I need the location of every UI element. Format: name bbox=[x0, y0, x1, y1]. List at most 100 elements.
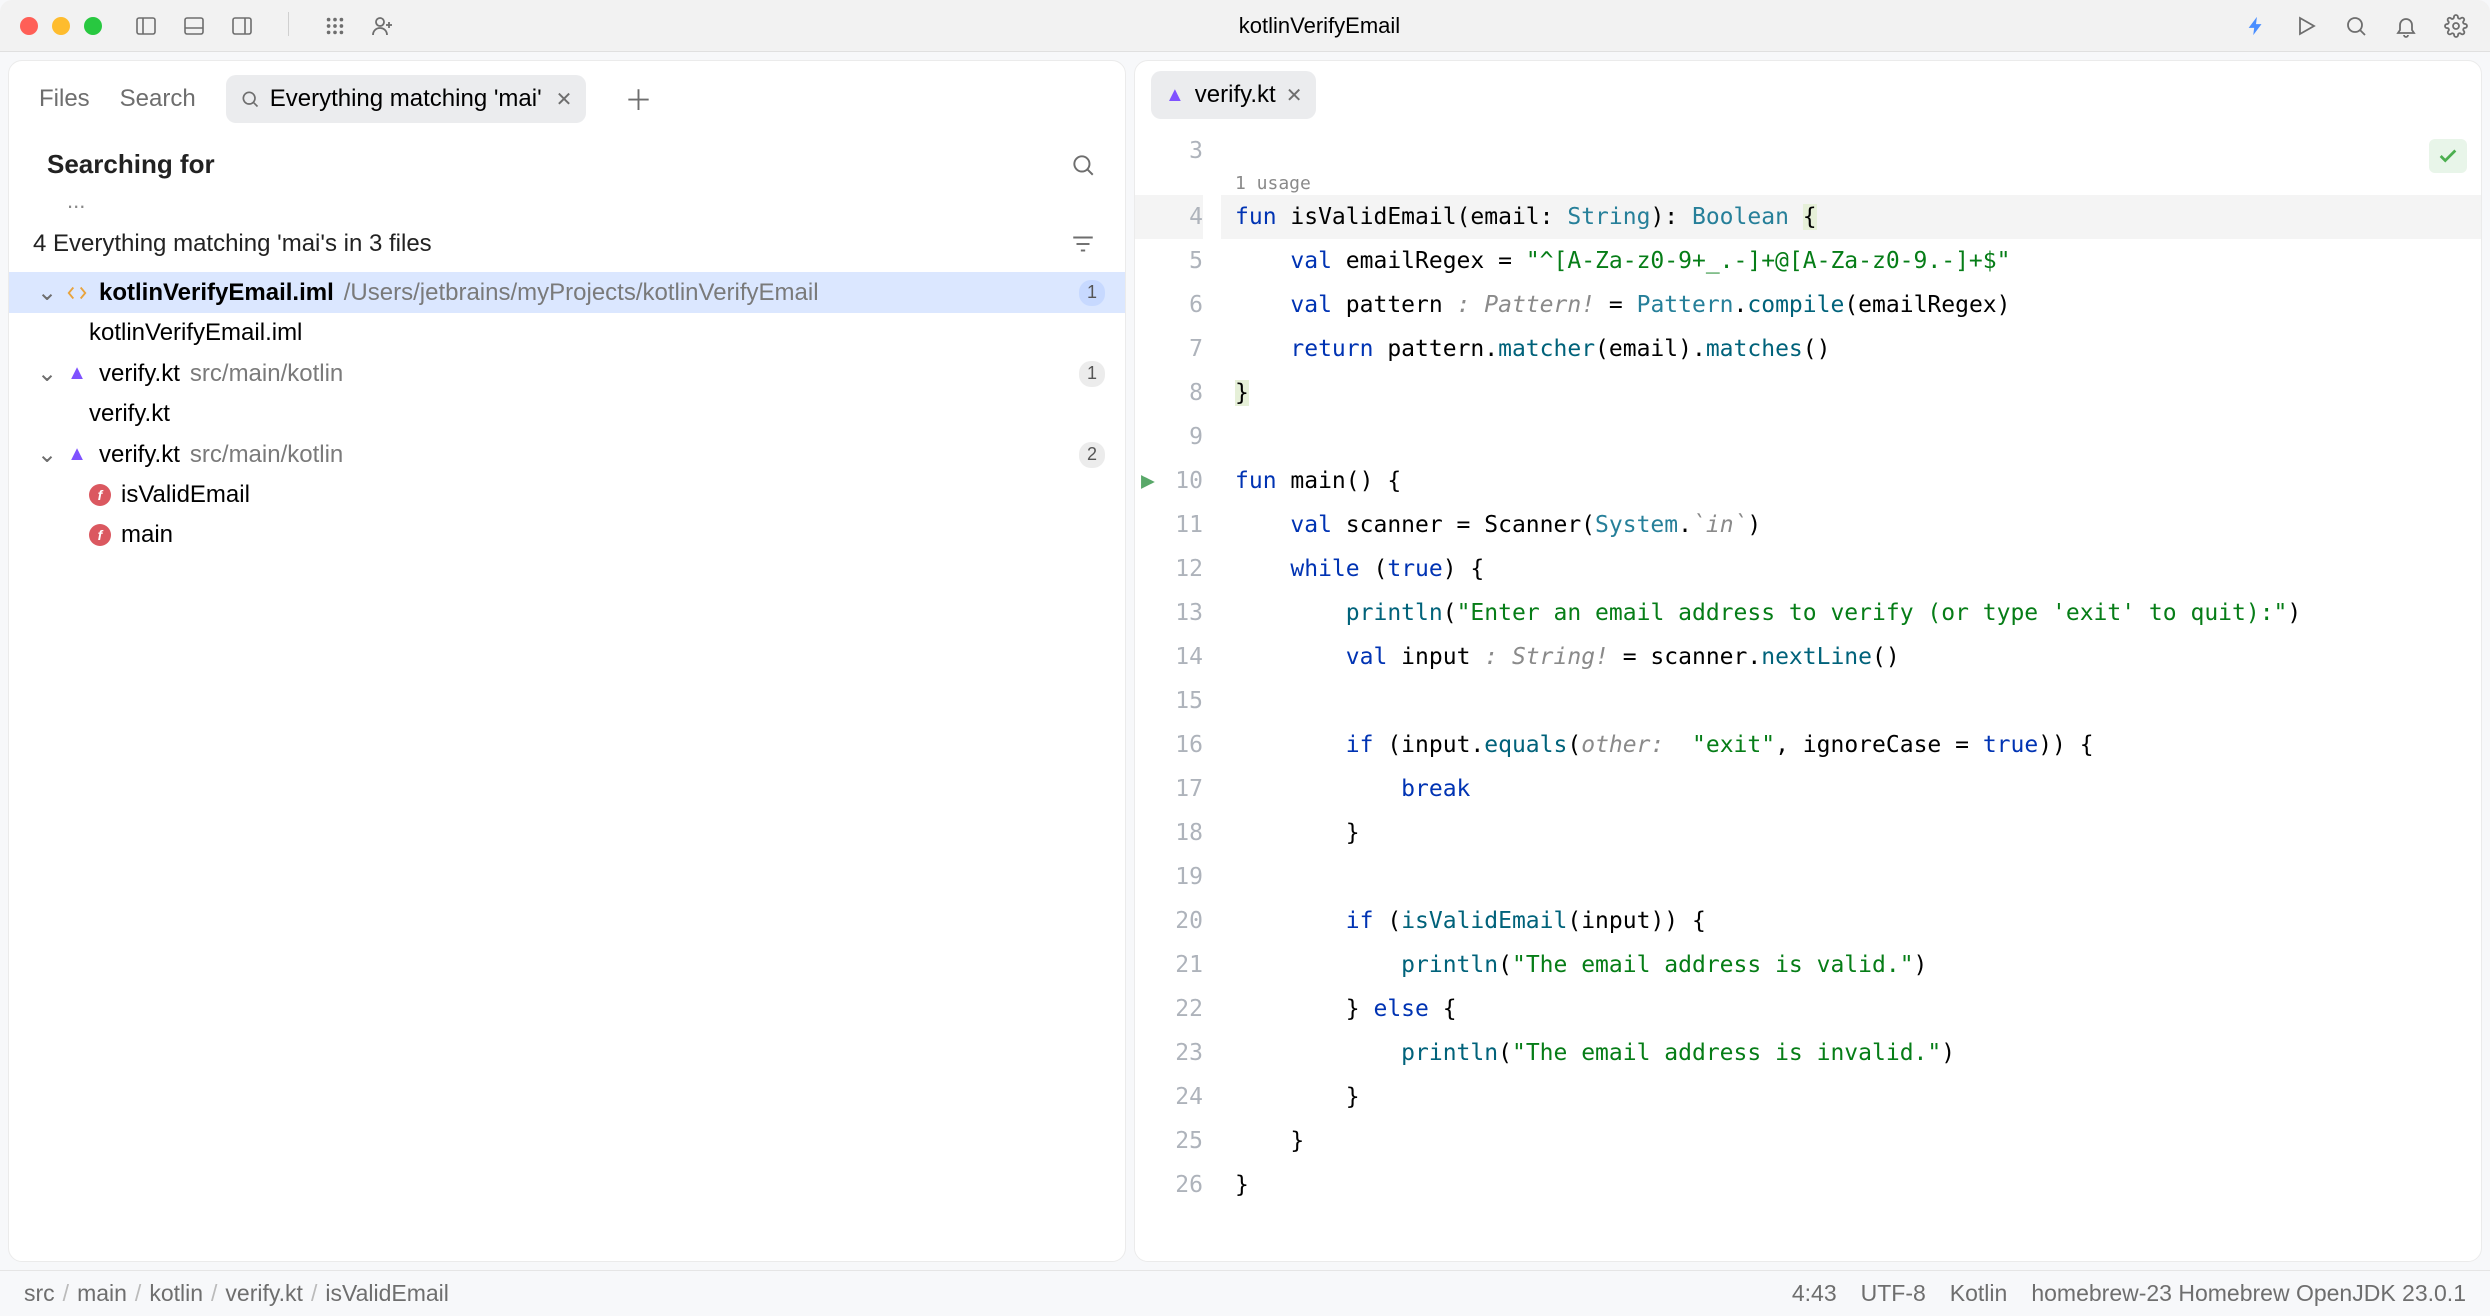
gear-icon[interactable] bbox=[2442, 12, 2470, 40]
tree-leaf[interactable]: fmain bbox=[9, 515, 1125, 555]
code-line[interactable]: } bbox=[1221, 371, 2481, 415]
cursor-position[interactable]: 4:43 bbox=[1792, 1280, 1837, 1307]
gutter-line: ▶10 bbox=[1135, 459, 1203, 503]
gutter-line: 17 bbox=[1135, 767, 1203, 811]
close-window-button[interactable] bbox=[20, 17, 38, 35]
close-icon[interactable]: ✕ bbox=[556, 87, 573, 112]
gutter-line: 4 bbox=[1135, 195, 1203, 239]
code-line[interactable]: fun main() { bbox=[1221, 459, 2481, 503]
code-line[interactable]: println("The email address is invalid.") bbox=[1221, 1031, 2481, 1075]
editor-tab-verify[interactable]: ▲ verify.kt ✕ bbox=[1151, 71, 1316, 119]
tree-leaf[interactable]: verify.kt bbox=[9, 394, 1125, 434]
code-line[interactable] bbox=[1221, 415, 2481, 459]
bell-icon[interactable] bbox=[2392, 12, 2420, 40]
code-line[interactable]: val scanner = Scanner(System.`in`) bbox=[1221, 503, 2481, 547]
maximize-window-button[interactable] bbox=[84, 17, 102, 35]
gutter-line: 16 bbox=[1135, 723, 1203, 767]
breadcrumb[interactable]: src/main/kotlin/verify.kt/isValidEmail bbox=[24, 1280, 449, 1307]
tab-files[interactable]: Files bbox=[39, 85, 90, 113]
code-area[interactable]: 1 usagefun isValidEmail(email: String): … bbox=[1221, 129, 2481, 1261]
result-count-badge: 1 bbox=[1079, 280, 1105, 306]
editor-body[interactable]: 3456789▶10111213141516171819202122232425… bbox=[1135, 129, 2481, 1261]
titlebar: kotlinVerifyEmail bbox=[0, 0, 2490, 52]
code-line[interactable]: val emailRegex = "^[A-Za-z0-9+_.-]+@[A-Z… bbox=[1221, 239, 2481, 283]
editor-tabs: ▲ verify.kt ✕ bbox=[1135, 61, 2481, 129]
minimize-window-button[interactable] bbox=[52, 17, 70, 35]
ide-window: kotlinVerifyEmail Files Search bbox=[0, 0, 2490, 1316]
breadcrumb-segment[interactable]: src bbox=[24, 1280, 55, 1307]
code-line[interactable]: } bbox=[1221, 1075, 2481, 1119]
code-line[interactable]: val pattern : Pattern! = Pattern.compile… bbox=[1221, 283, 2481, 327]
chevron-down-icon[interactable]: ⌄ bbox=[37, 440, 55, 469]
jdk[interactable]: homebrew-23 Homebrew OpenJDK 23.0.1 bbox=[2031, 1280, 2466, 1307]
search-summary: 4 Everything matching 'mai's in 3 files bbox=[9, 222, 1125, 272]
tab-search[interactable]: Search bbox=[120, 85, 196, 113]
gutter-line: 9 bbox=[1135, 415, 1203, 459]
breadcrumb-segment[interactable]: isValidEmail bbox=[325, 1280, 449, 1307]
gutter-line: 19 bbox=[1135, 855, 1203, 899]
code-line[interactable]: return pattern.matcher(email).matches() bbox=[1221, 327, 2481, 371]
search-icon[interactable] bbox=[1069, 151, 1097, 179]
run-icon[interactable] bbox=[2292, 12, 2320, 40]
tree-leaf[interactable]: kotlinVerifyEmail.iml bbox=[9, 313, 1125, 353]
bolt-icon[interactable] bbox=[2242, 12, 2270, 40]
tree-leaf[interactable]: fisValidEmail bbox=[9, 475, 1125, 515]
code-line[interactable]: } bbox=[1221, 811, 2481, 855]
tree-file-row[interactable]: ⌄▲verify.kt src/main/kotlin2 bbox=[9, 434, 1125, 475]
breadcrumb-segment[interactable]: main bbox=[77, 1280, 127, 1307]
editor-tab-label: verify.kt bbox=[1195, 81, 1276, 109]
code-line[interactable] bbox=[1221, 855, 2481, 899]
code-line[interactable]: val input : String! = scanner.nextLine() bbox=[1221, 635, 2481, 679]
code-line[interactable]: } bbox=[1221, 1119, 2481, 1163]
search-tab-pill[interactable]: Everything matching 'mai' ✕ bbox=[226, 75, 587, 123]
tree-file-row[interactable]: ⌄▲verify.kt src/main/kotlin1 bbox=[9, 353, 1125, 394]
left-panel-tabs: Files Search Everything matching 'mai' ✕… bbox=[9, 61, 1125, 137]
leaf-label: main bbox=[121, 521, 173, 549]
file-name: verify.kt bbox=[99, 441, 180, 469]
code-line[interactable]: if (isValidEmail(input)) { bbox=[1221, 899, 2481, 943]
code-line[interactable]: break bbox=[1221, 767, 2481, 811]
add-person-icon[interactable] bbox=[369, 12, 397, 40]
filter-icon[interactable] bbox=[1069, 230, 1097, 258]
leaf-label: verify.kt bbox=[89, 400, 170, 428]
breadcrumb-segment[interactable]: kotlin bbox=[149, 1280, 203, 1307]
kotlin-file-icon: ▲ bbox=[65, 362, 89, 386]
gutter-line: 11 bbox=[1135, 503, 1203, 547]
code-line[interactable]: println("The email address is valid.") bbox=[1221, 943, 2481, 987]
gutter-line: 3 bbox=[1135, 129, 1203, 173]
code-line[interactable] bbox=[1221, 129, 2481, 173]
apps-grid-icon[interactable] bbox=[321, 12, 349, 40]
gutter: 3456789▶10111213141516171819202122232425… bbox=[1135, 129, 1221, 1261]
code-line[interactable]: if (input.equals(other: "exit", ignoreCa… bbox=[1221, 723, 2481, 767]
code-line[interactable] bbox=[1221, 679, 2481, 723]
leaf-label: kotlinVerifyEmail.iml bbox=[89, 319, 302, 347]
gutter-line: 22 bbox=[1135, 987, 1203, 1031]
usage-hint[interactable]: 1 usage bbox=[1221, 173, 2481, 195]
panel-left-icon[interactable] bbox=[132, 12, 160, 40]
add-tab-button[interactable]: ＋ bbox=[624, 79, 652, 119]
code-line[interactable]: fun isValidEmail(email: String): Boolean… bbox=[1221, 195, 2481, 239]
code-line[interactable]: while (true) { bbox=[1221, 547, 2481, 591]
close-icon[interactable]: ✕ bbox=[1286, 83, 1303, 108]
language[interactable]: Kotlin bbox=[1950, 1280, 2008, 1307]
chevron-down-icon[interactable]: ⌄ bbox=[37, 359, 55, 388]
traffic-lights bbox=[20, 17, 102, 35]
run-gutter-icon[interactable]: ▶ bbox=[1141, 459, 1155, 503]
panel-bottom-icon[interactable] bbox=[180, 12, 208, 40]
gutter-line: 23 bbox=[1135, 1031, 1203, 1075]
search-icon[interactable] bbox=[2342, 12, 2370, 40]
tree-file-row[interactable]: ⌄kotlinVerifyEmail.iml /Users/jetbrains/… bbox=[9, 272, 1125, 313]
encoding[interactable]: UTF-8 bbox=[1861, 1280, 1926, 1307]
gutter-line: 20 bbox=[1135, 899, 1203, 943]
gutter-line: 21 bbox=[1135, 943, 1203, 987]
statusbar: src/main/kotlin/verify.kt/isValidEmail 4… bbox=[0, 1270, 2490, 1316]
code-line[interactable]: println("Enter an email address to verif… bbox=[1221, 591, 2481, 635]
breadcrumb-segment[interactable]: verify.kt bbox=[225, 1280, 303, 1307]
panel-right-icon[interactable] bbox=[228, 12, 256, 40]
chevron-down-icon[interactable]: ⌄ bbox=[37, 278, 55, 307]
file-path: /Users/jetbrains/myProjects/kotlinVerify… bbox=[344, 279, 819, 307]
main-split: Files Search Everything matching 'mai' ✕… bbox=[0, 52, 2490, 1270]
search-pill-text: Everything matching 'mai' bbox=[270, 85, 542, 113]
code-line[interactable]: } else { bbox=[1221, 987, 2481, 1031]
code-line[interactable]: } bbox=[1221, 1163, 2481, 1207]
